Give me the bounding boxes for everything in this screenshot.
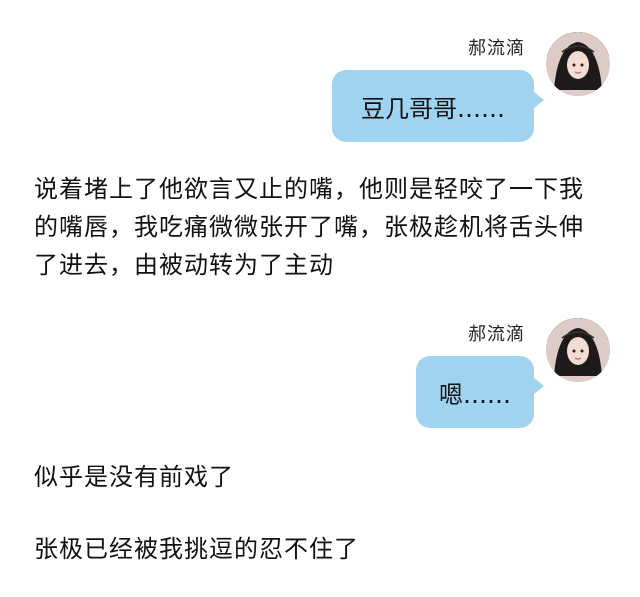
message-bubble[interactable]: 嗯…… <box>416 356 544 428</box>
narration-text: 说着堵上了他欲言又止的嘴，他则是轻咬了一下我的嘴唇，我吃痛微微张开了嘴，张极趁机… <box>34 175 584 279</box>
narration-text: 似乎是没有前戏了 <box>34 463 234 491</box>
sender-name: 郝流滴 <box>468 38 525 59</box>
avatar-icon[interactable] <box>546 32 610 96</box>
sender-name: 郝流滴 <box>468 324 525 345</box>
narration-text: 张极已经被我挑逗的忍不住了 <box>34 535 359 563</box>
avatar-icon[interactable] <box>546 318 610 382</box>
message-bubble[interactable]: 豆几哥哥…… <box>332 70 544 142</box>
